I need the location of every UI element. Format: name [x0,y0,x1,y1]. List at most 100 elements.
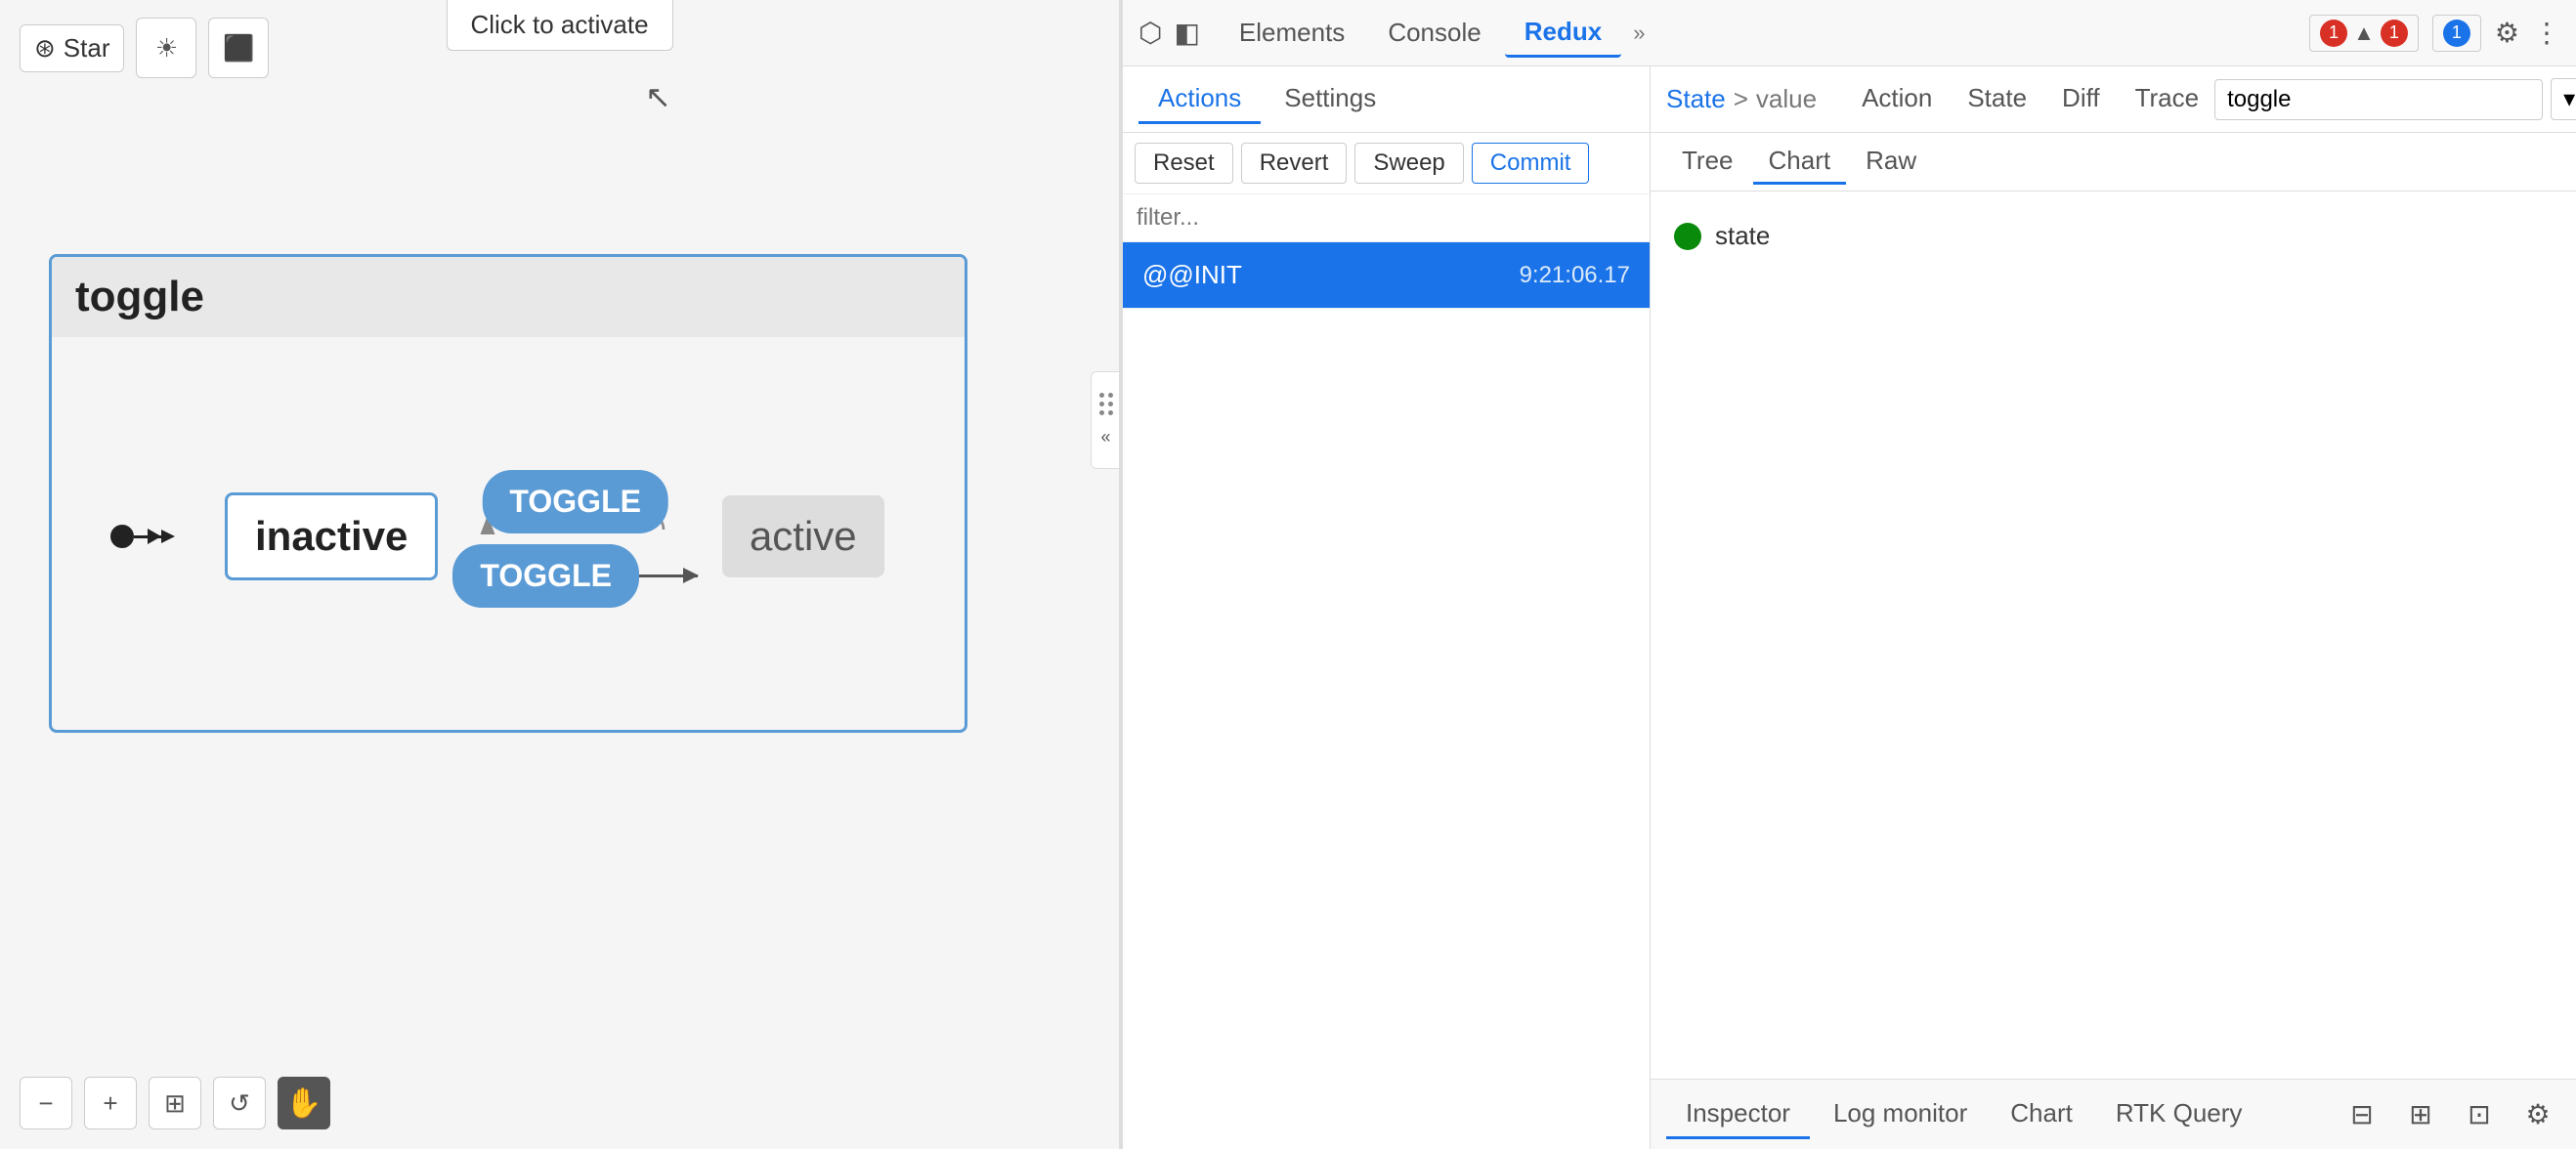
more-options-icon[interactable]: ⋮ [2533,17,2560,49]
settings-icon[interactable]: ⚙ [2495,17,2519,49]
view-tab-tree[interactable]: Tree [1666,140,1749,185]
devtools-nav-icons: ⬡ ◧ [1138,17,1200,49]
zoom-out-button[interactable]: − [20,1077,72,1129]
bottom-bar: Inspector Log monitor Chart RTK Query ⊟ … [1651,1079,2576,1149]
initial-arrow [110,525,163,548]
state-machine-diagram: toggle inactive [49,254,967,733]
sweep-button[interactable]: Sweep [1354,143,1463,184]
camera-icon: ⬛ [223,33,254,64]
layout-columns-icon[interactable]: ⊞ [2398,1092,2443,1137]
device-mode-icon[interactable]: ◧ [1174,17,1199,49]
inspector-content: state [1651,192,2576,1079]
inspector-breadcrumb: State > value [1666,84,1817,114]
sun-icon: ☀ [155,33,178,64]
transitions-area: TOGGLE TOGGLE [452,466,698,608]
message-count: 1 [2443,20,2470,47]
toggle-button-back[interactable]: TOGGLE [482,470,668,533]
inspector-tab-diff[interactable]: Diff [2046,75,2116,124]
filter-input[interactable] [1123,194,1650,242]
hand-tool-button[interactable]: ✋ [278,1077,330,1129]
inspect-element-icon[interactable]: ⬡ [1138,17,1162,49]
settings-bottom-icon[interactable]: ⚙ [2515,1092,2560,1137]
breadcrumb-separator: > [1734,84,1748,114]
action-toolbar: Reset Revert Sweep Commit [1123,133,1650,194]
view-tab-raw[interactable]: Raw [1850,140,1932,185]
devtools-panel: ⬡ ◧ Elements Console Redux » 1 ▲ [1123,0,2576,1149]
redux-tab-actions[interactable]: Actions [1138,75,1261,124]
state-active[interactable]: active [722,495,884,577]
layout-rows-icon[interactable]: ⊟ [2340,1092,2384,1137]
rotate-icon: ↺ [229,1088,250,1119]
redux-panel: Actions Settings Reset Revert Sweep Co [1123,66,2576,1149]
click-to-activate-label: Click to activate [470,10,648,39]
warning-count: 1 [2381,20,2408,47]
layout-grid-icon[interactable]: ⊡ [2457,1092,2502,1137]
inspector-tabs: Action State Diff Trace [1846,75,2214,124]
github-icon: ⊛ [34,33,56,64]
left-panel: ⊛ Star ☀ ⬛ Click to activate ↖ toggle [0,0,1119,1149]
chevron-left-icon: « [1100,427,1110,447]
devtools-tab-console[interactable]: Console [1368,10,1500,56]
devtools-tab-redux[interactable]: Redux [1505,9,1621,58]
forward-arrow [639,574,698,577]
toggle-button-forward[interactable]: TOGGLE [452,544,639,608]
redux-actions-panel: Actions Settings Reset Revert Sweep Co [1123,66,1651,1149]
action-time: 9:21:06.17 [1520,262,1630,289]
collapse-panel-button[interactable]: « [1091,371,1120,469]
error-icon: ▲ [2353,21,2375,46]
error-count: 1 [2320,20,2347,47]
bottom-right-icons: ⊟ ⊞ ⊡ ⚙ [2340,1092,2560,1137]
reset-button[interactable]: Reset [1135,143,1233,184]
initial-dot [110,525,134,548]
initial-arrowhead [161,530,175,543]
inspector-tab-state[interactable]: State [1952,75,2042,124]
inspector-tab-trace[interactable]: Trace [2120,75,2215,124]
star-button[interactable]: ⊛ Star [20,24,124,72]
zoom-in-button[interactable]: + [84,1077,137,1129]
redux-inspector-panel: State > value Action State Diff Trace [1651,66,2576,1149]
devtools-tab-elements[interactable]: Elements [1220,10,1364,56]
back-transition: TOGGLE [468,466,683,544]
hand-icon: ✋ [285,1086,322,1121]
chevron-down-icon: ▾ [2563,85,2575,113]
action-name: @@INIT [1142,260,1242,290]
message-badge[interactable]: 1 [2432,15,2481,52]
plus-icon: + [103,1088,117,1119]
rotate-button[interactable]: ↺ [213,1077,266,1129]
forward-transition: TOGGLE [452,544,698,608]
inspector-search-input[interactable] [2214,79,2543,120]
bottom-tab-log-monitor[interactable]: Log monitor [1814,1090,1987,1139]
star-label: Star [64,33,110,64]
state-node[interactable]: state [1674,221,2553,251]
action-row-init[interactable]: @@INIT 9:21:06.17 [1123,242,1650,309]
action-list: @@INIT 9:21:06.17 [1123,242,1650,1149]
bottom-tab-rtk-query[interactable]: RTK Query [2096,1090,2262,1139]
camera-button[interactable]: ⬛ [208,18,269,78]
inspector-dropdown[interactable]: ▾ [2551,78,2576,120]
revert-button[interactable]: Revert [1241,143,1348,184]
devtools-topbar: ⬡ ◧ Elements Console Redux » 1 ▲ [1123,0,2576,66]
state-inactive[interactable]: inactive [225,492,438,580]
minus-icon: − [38,1088,53,1119]
fit-icon: ⊞ [164,1088,186,1119]
bottom-toolbar: − + ⊞ ↺ ✋ [20,1077,330,1129]
bottom-tab-chart[interactable]: Chart [1991,1090,2092,1139]
panel-divider [1119,0,1123,1149]
error-warning-badge[interactable]: 1 ▲ 1 [2309,15,2419,52]
bottom-tab-inspector[interactable]: Inspector [1666,1090,1810,1139]
redux-tab-settings[interactable]: Settings [1265,75,1395,124]
inspector-tab-action[interactable]: Action [1846,75,1948,124]
commit-button[interactable]: Commit [1472,143,1590,184]
diagram-title: toggle [52,257,965,337]
redux-tabs: Actions Settings [1123,66,1650,133]
click-to-activate-banner[interactable]: Click to activate [446,0,672,51]
devtools-more-tabs[interactable]: » [1625,17,1653,50]
cursor: ↖ [645,78,671,115]
theme-toggle-button[interactable]: ☀ [136,18,196,78]
state-machine-layout: inactive [110,466,906,608]
fit-button[interactable]: ⊞ [149,1077,201,1129]
inspector-top-row: State > value Action State Diff Trace [1651,66,2576,133]
breadcrumb-state-link[interactable]: State [1666,84,1726,114]
view-tab-chart[interactable]: Chart [1753,140,1847,185]
toggle-back-label: TOGGLE [509,484,641,519]
